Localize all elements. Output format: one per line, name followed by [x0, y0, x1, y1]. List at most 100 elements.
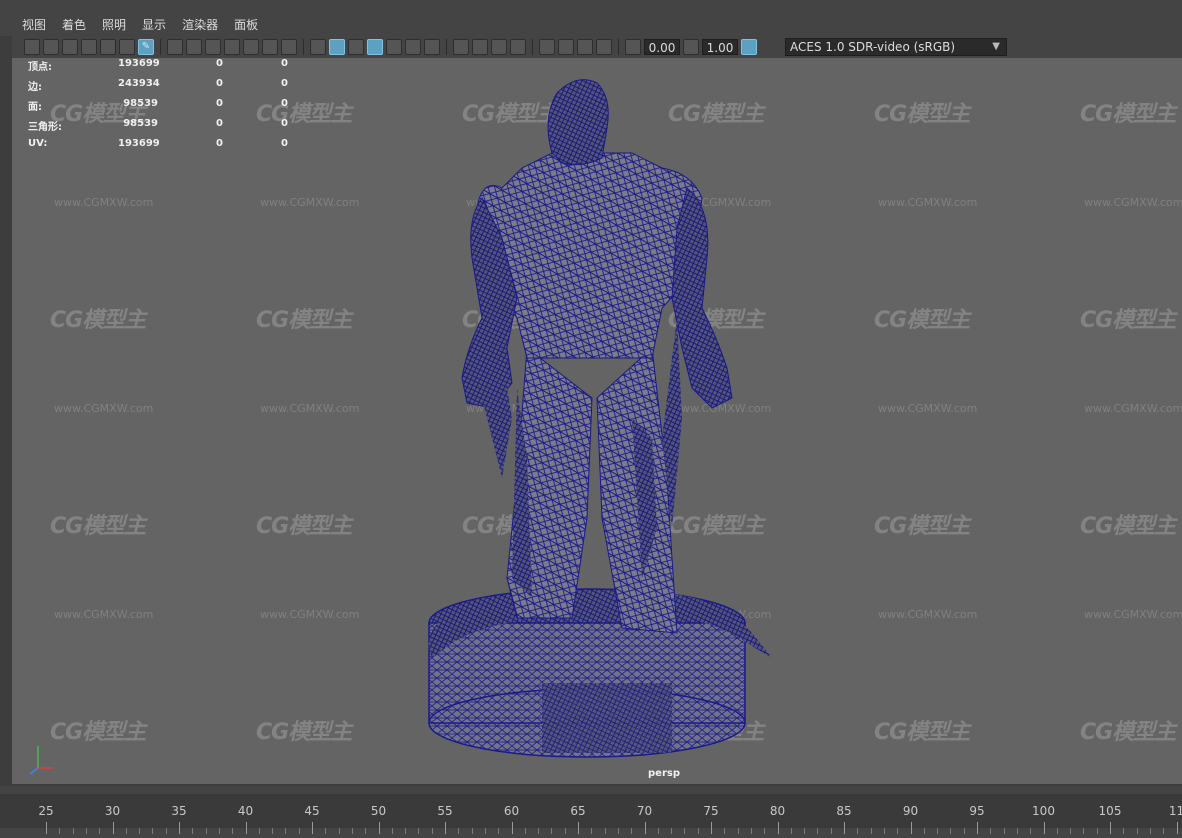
time-slider[interactable]: 25 30 35 40 45 50 55 60 65 70 75 80 85 90 95 100 105 11: [0, 786, 1182, 838]
menu-item-0[interactable]: 视图: [14, 17, 54, 33]
motion-blur-icon[interactable]: [472, 39, 488, 55]
default-material-icon[interactable]: [348, 39, 364, 55]
xray-icon[interactable]: [558, 39, 574, 55]
select-camera-icon[interactable]: [24, 39, 40, 55]
frame-tick-label: 25: [38, 804, 54, 818]
frame-tick-label: 105: [1098, 804, 1122, 818]
frame-tick-major: [644, 822, 646, 834]
depth-of-field-icon[interactable]: [510, 39, 526, 55]
frame-tick-major: [910, 822, 912, 834]
frame-tick-major: [245, 822, 247, 834]
frame-tick-minor: [484, 828, 486, 834]
frame-tick-minor: [285, 828, 287, 834]
grease-pencil-icon[interactable]: ✎: [138, 39, 154, 55]
menu-item-3[interactable]: 显示: [134, 17, 174, 33]
axis-gizmo: [29, 746, 54, 775]
safe-action-icon[interactable]: [262, 39, 278, 55]
axis-z-line: [29, 767, 39, 775]
frame-tick-major: [711, 822, 712, 834]
frame-tick-label: 90: [902, 804, 919, 818]
frame-tick-minor: [604, 828, 606, 834]
frame-tick-minor: [684, 828, 686, 834]
frame-tick-minor: [498, 828, 500, 834]
perspective-viewport[interactable]: 顶点: 193699 0 0 边: 243934 0 0 面: 98539 0 0 三角形: 98539 0…: [12, 58, 1182, 784]
frame-tick-minor: [963, 828, 965, 834]
frame-tick-minor: [471, 828, 473, 834]
menu-item-5[interactable]: 面板: [226, 17, 266, 33]
frame-tick-minor: [1163, 828, 1165, 834]
image-plane-icon[interactable]: [81, 39, 97, 55]
xray-joints-icon[interactable]: [577, 39, 593, 55]
frame-tick-label: 70: [636, 804, 653, 818]
frame-tick-label: 60: [503, 804, 520, 818]
field-chart-icon[interactable]: [243, 39, 259, 55]
frame-tick-minor: [790, 828, 792, 834]
frame-tick-minor: [764, 828, 766, 834]
pan-zoom-icon[interactable]: [119, 39, 135, 55]
resolution-gate-icon[interactable]: [205, 39, 221, 55]
frame-tick-minor: [258, 828, 260, 834]
safe-title-icon[interactable]: [281, 39, 297, 55]
frame-tick-minor: [152, 828, 154, 834]
menu-item-4[interactable]: 渲染器: [174, 17, 226, 33]
frame-tick-minor: [125, 828, 127, 834]
film-gate-icon[interactable]: [100, 39, 116, 55]
xray-components-icon[interactable]: [596, 39, 612, 55]
menu-items: 视图 着色 照明 显示 渲染器 面板: [14, 17, 266, 33]
frame-tick-minor: [139, 828, 141, 834]
camera-attributes-icon[interactable]: [43, 39, 59, 55]
frame-tick-minor: [671, 828, 673, 834]
gamma-icon[interactable]: [683, 39, 699, 55]
film-gate-display-icon[interactable]: [186, 39, 202, 55]
frame-tick-minor: [272, 828, 274, 834]
shadows-icon[interactable]: [424, 39, 440, 55]
grid-icon[interactable]: [167, 39, 183, 55]
frame-tick-minor: [551, 828, 553, 834]
smooth-shade-icon[interactable]: [329, 39, 345, 55]
ambient-occlusion-icon[interactable]: [453, 39, 469, 55]
menu-item-1[interactable]: 着色: [54, 17, 94, 33]
frame-tick-minor: [1056, 828, 1058, 834]
wireframe-icon[interactable]: [310, 39, 326, 55]
lights-icon[interactable]: [405, 39, 421, 55]
toolbar-separator: [532, 39, 533, 55]
frame-tick-minor: [990, 828, 992, 834]
frame-tick-major: [46, 822, 47, 834]
textured-icon[interactable]: [386, 39, 402, 55]
bookmark-icon[interactable]: [62, 39, 78, 55]
frame-tick-minor: [1070, 828, 1072, 834]
toolbar-separator: [446, 39, 447, 55]
toolbar-separator: [160, 39, 161, 55]
toolbar-separator: [303, 39, 304, 55]
frame-tick-minor: [192, 828, 194, 834]
isolate-select-icon[interactable]: [539, 39, 555, 55]
exposure-field[interactable]: 0.00: [644, 39, 680, 55]
wireframe-model[interactable]: [12, 58, 1182, 784]
time-slider-track[interactable]: 25 30 35 40 45 50 55 60 65 70 75 80 85 90 95 100 105 11: [0, 794, 1182, 834]
frame-tick-label: 45: [304, 804, 320, 818]
frame-tick-minor: [724, 828, 726, 834]
anti-aliasing-icon[interactable]: [491, 39, 507, 55]
color-management-icon[interactable]: [741, 39, 757, 55]
frame-tick-minor: [657, 828, 659, 834]
frame-tick-minor: [232, 828, 234, 834]
frame-tick-minor: [325, 828, 327, 834]
frame-tick-minor: [937, 828, 939, 834]
frame-tick-minor: [1083, 828, 1085, 834]
exposure-icon[interactable]: [625, 39, 641, 55]
frame-tick-minor: [1123, 828, 1125, 834]
gamma-field[interactable]: 1.00: [702, 39, 738, 55]
frame-tick-minor: [737, 828, 739, 834]
wireframe-on-shaded-icon[interactable]: [367, 39, 383, 55]
frame-tick-label: 85: [836, 804, 852, 818]
gate-mask-icon[interactable]: [224, 39, 240, 55]
frame-tick-major: [378, 822, 380, 834]
frame-tick-minor: [365, 828, 367, 834]
color-management-value: ACES 1.0 SDR-video (sRGB): [790, 40, 956, 54]
frame-tick-minor: [830, 828, 832, 834]
frame-tick-major: [179, 822, 180, 834]
color-management-select[interactable]: ACES 1.0 SDR-video (sRGB) ▼: [785, 38, 1007, 56]
frame-tick-minor: [591, 828, 593, 834]
frame-tick-minor: [857, 828, 859, 834]
menu-item-2[interactable]: 照明: [94, 17, 134, 33]
